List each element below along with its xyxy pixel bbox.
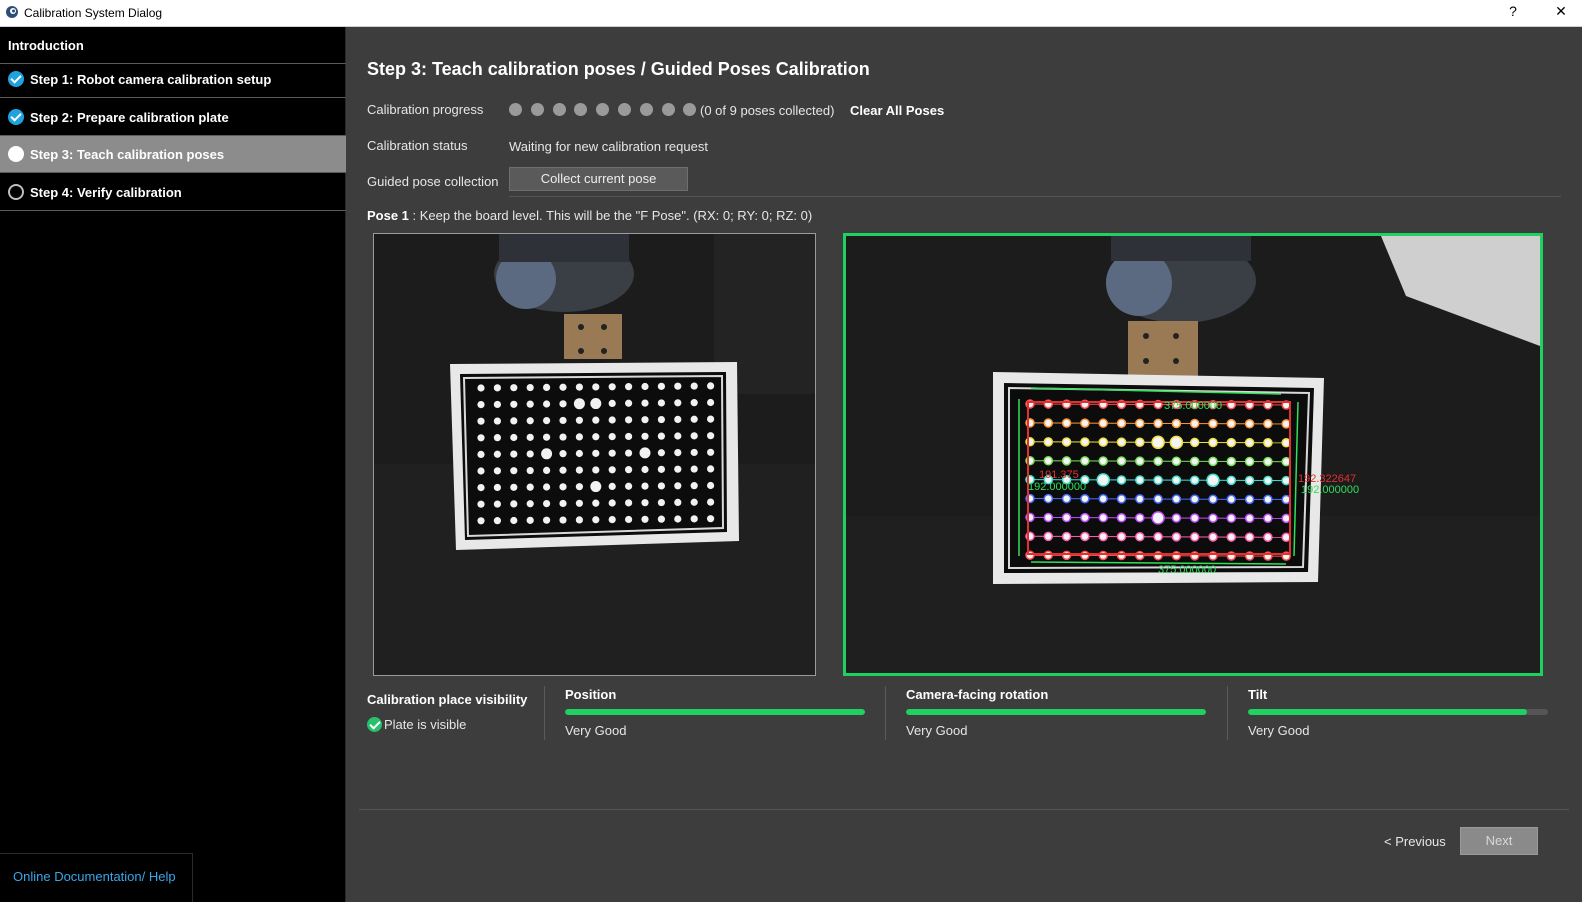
progress-dot	[552, 103, 566, 116]
sidebar: Introduction Step 1: Robot camera calibr…	[0, 27, 346, 902]
progress-dot	[596, 103, 610, 116]
progress-text: (0 of 9 poses collected)	[700, 103, 835, 118]
app-logo-icon	[6, 6, 18, 18]
sidebar-item-label: Step 1: Robot camera calibration setup	[30, 72, 272, 87]
metric-title: Camera-facing rotation	[906, 687, 1049, 702]
metric-bar	[1248, 709, 1548, 715]
live-camera-view: 375.000000 375.000000 191.375 192.000000…	[843, 233, 1543, 676]
metric-bar	[565, 709, 865, 715]
sidebar-item-step-1[interactable]: Step 1: Robot camera calibration setup	[0, 61, 346, 98]
close-button[interactable]: ✕	[1550, 3, 1572, 20]
metric-bar-fill	[565, 709, 865, 715]
clear-all-poses-button[interactable]: Clear All Poses	[850, 103, 944, 118]
title-bar: Calibration System Dialog ? ✕	[0, 0, 1582, 27]
overlay-label-right-green: 192.000000	[1301, 484, 1359, 496]
metric-bar-fill	[906, 709, 1206, 715]
progress-dot	[639, 103, 653, 116]
sidebar-item-label: Step 4: Verify calibration	[30, 185, 182, 200]
divider	[544, 686, 545, 740]
overlay-label-bottom: 375.000000	[1158, 564, 1216, 576]
metric-value: Very Good	[906, 723, 968, 738]
overlay-label-top: 375.000000	[1164, 400, 1222, 412]
calibration-progress-label: Calibration progress	[367, 102, 484, 117]
divider	[509, 196, 1561, 197]
reference-pose-image	[373, 233, 816, 676]
sidebar-item-step-4[interactable]: Step 4: Verify calibration	[0, 174, 346, 211]
live-camera-picture: 375.000000 375.000000 191.375 192.000000…	[846, 236, 1540, 673]
calibration-status-label: Calibration status	[367, 138, 468, 153]
online-documentation-link[interactable]: Online Documentation/ Help	[13, 869, 176, 884]
metric-title: Tilt	[1248, 687, 1268, 702]
collect-current-pose-button[interactable]: Collect current pose	[509, 167, 688, 191]
checkmark-icon	[367, 717, 382, 732]
plate-visibility-title: Calibration place visibility	[367, 692, 528, 707]
metric-bar	[906, 709, 1206, 715]
progress-dot	[509, 103, 522, 116]
next-button[interactable]: Next	[1460, 827, 1538, 855]
window-title: Calibration System Dialog	[24, 6, 163, 20]
metric-bar-fill	[1248, 709, 1527, 715]
progress-dot	[530, 103, 544, 116]
calibration-status-value: Waiting for new calibration request	[509, 139, 708, 154]
checkmark-icon	[8, 109, 24, 125]
help-button[interactable]: ?	[1502, 3, 1524, 19]
empty-circle-icon	[8, 184, 24, 200]
page-title: Step 3: Teach calibration poses / Guided…	[367, 59, 870, 79]
sidebar-item-introduction[interactable]: Introduction	[0, 27, 346, 64]
checkmark-icon	[8, 71, 24, 87]
overlay-label-left-red: 191.375	[1039, 469, 1079, 481]
progress-dot	[618, 103, 631, 116]
sidebar-item-label: Step 2: Prepare calibration plate	[30, 110, 229, 125]
sidebar-item-label: Step 3: Teach calibration poses	[30, 147, 225, 162]
pose-instruction: Pose 1 : Keep the board level. This will…	[367, 208, 812, 223]
overlay-label-left-green: 192.000000	[1028, 481, 1086, 493]
sidebar-item-step-2[interactable]: Step 2: Prepare calibration plate	[0, 99, 346, 136]
metric-value: Very Good	[565, 723, 627, 738]
plate-visibility-text: Plate is visible	[384, 717, 467, 732]
divider	[885, 686, 886, 740]
progress-dot	[661, 103, 675, 116]
sidebar-item-label: Introduction	[8, 38, 84, 53]
pose-text: : Keep the board level. This will be the…	[408, 208, 813, 223]
metric-value: Very Good	[1248, 723, 1310, 738]
previous-button[interactable]: < Previous	[1384, 834, 1446, 849]
filled-circle-icon	[8, 146, 24, 162]
guided-pose-collection-label: Guided pose collection	[367, 174, 499, 189]
progress-dot	[683, 103, 697, 116]
metric-title: Position	[565, 687, 617, 702]
pose-title: Pose 1	[367, 208, 409, 223]
progress-dot	[574, 103, 588, 116]
reference-pose-picture	[374, 234, 815, 675]
divider	[359, 809, 1569, 810]
divider	[1227, 686, 1228, 740]
main-panel: Step 3: Teach calibration poses / Guided…	[347, 27, 1582, 902]
sidebar-item-step-3[interactable]: Step 3: Teach calibration poses	[0, 136, 346, 173]
